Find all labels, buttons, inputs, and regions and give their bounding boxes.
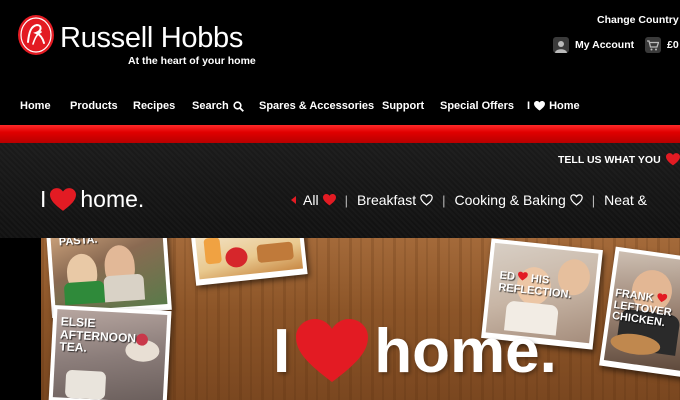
heart-outline-icon — [420, 194, 433, 206]
ihome-logo-pre: I — [40, 186, 47, 212]
nav-products[interactable]: Products — [70, 100, 118, 112]
brand-tagline: At the heart of your home — [128, 55, 256, 67]
filter-all[interactable]: All — [303, 192, 336, 208]
filter-separator: | — [344, 192, 348, 208]
site-header: Russell Hobbs At the heart of your home … — [0, 0, 680, 92]
category-filters: All | Breakfast | Cooking & Baking | Nea… — [291, 192, 647, 208]
my-account-label: My Account — [575, 39, 635, 51]
user-icon — [553, 37, 569, 53]
tell-us-label: TELL US WHAT YOU — [558, 153, 661, 166]
heart-icon — [534, 101, 546, 111]
heart-outline-icon — [569, 194, 583, 206]
filter-breakfast[interactable]: Breakfast — [357, 192, 433, 208]
filter-cooking-baking-label: Cooking & Baking — [454, 192, 566, 208]
photo-breakfast-image — [194, 238, 304, 280]
heart-icon — [322, 194, 336, 206]
red-divider-bar — [0, 125, 680, 143]
heart-icon — [50, 187, 77, 211]
cart-icon — [645, 37, 661, 53]
nav-search[interactable]: Search — [192, 100, 244, 112]
filter-separator: | — [591, 192, 596, 208]
heart-icon — [657, 293, 667, 303]
russell-hobbs-logo-icon[interactable] — [17, 14, 55, 56]
nav-i-love-home-pre: I — [527, 100, 531, 112]
heart-icon — [665, 153, 680, 166]
filter-neat[interactable]: Neat & — [604, 192, 647, 208]
nav-i-love-home[interactable]: I Home — [527, 100, 580, 112]
photo-elsie-caption: ELSIE AFTERNOON TEA. — [59, 314, 137, 355]
my-account-link[interactable]: My Account — [553, 37, 634, 53]
brand-name[interactable]: Russell Hobbs — [60, 22, 243, 55]
hero-title: I home. — [273, 316, 557, 387]
nav-search-label: Search — [192, 100, 229, 112]
nav-spares-accessories[interactable]: Spares & Accessories — [259, 100, 374, 112]
main-nav: Home Products Recipes Search Spares & Ac… — [0, 100, 680, 120]
basket-link[interactable]: £0 — [645, 37, 679, 53]
change-country-link[interactable]: Change Country & I — [597, 14, 680, 26]
filter-breakfast-label: Breakfast — [356, 192, 417, 208]
photo-breakfast[interactable] — [190, 238, 308, 286]
hero-title-post: home. — [374, 317, 557, 386]
heart-icon — [518, 271, 529, 281]
left-arrow-icon[interactable] — [291, 196, 296, 204]
tell-us-link[interactable]: TELL US WHAT YOU — [558, 153, 680, 166]
nav-special-offers[interactable]: Special Offers — [440, 100, 514, 112]
nav-i-love-home-post: Home — [549, 100, 580, 112]
filter-separator: | — [442, 192, 446, 208]
hero-banner[interactable]: PASTA. ELSIE AFTERNOON TEA. ED HIS REFLE… — [41, 238, 680, 400]
heart-icon — [296, 318, 369, 382]
photo-frank[interactable]: FRANK LEFTOVER CHICKEN. — [599, 246, 680, 378]
photo-elsie[interactable]: ELSIE AFTERNOON TEA. — [48, 304, 172, 400]
i-love-home-logo: I home. — [40, 186, 144, 213]
nav-recipes[interactable]: Recipes — [133, 100, 175, 112]
filter-neat-label: Neat & — [604, 192, 647, 208]
filter-all-label: All — [303, 192, 319, 208]
nav-home[interactable]: Home — [20, 100, 51, 112]
photo-pasta-image — [50, 238, 168, 312]
search-icon — [233, 100, 244, 112]
ihome-logo-post: home. — [80, 186, 145, 212]
filter-cooking-baking[interactable]: Cooking & Baking — [454, 192, 583, 208]
nav-support[interactable]: Support — [382, 100, 424, 112]
basket-total: £0 — [667, 39, 679, 51]
hero-title-pre: I — [273, 317, 291, 386]
